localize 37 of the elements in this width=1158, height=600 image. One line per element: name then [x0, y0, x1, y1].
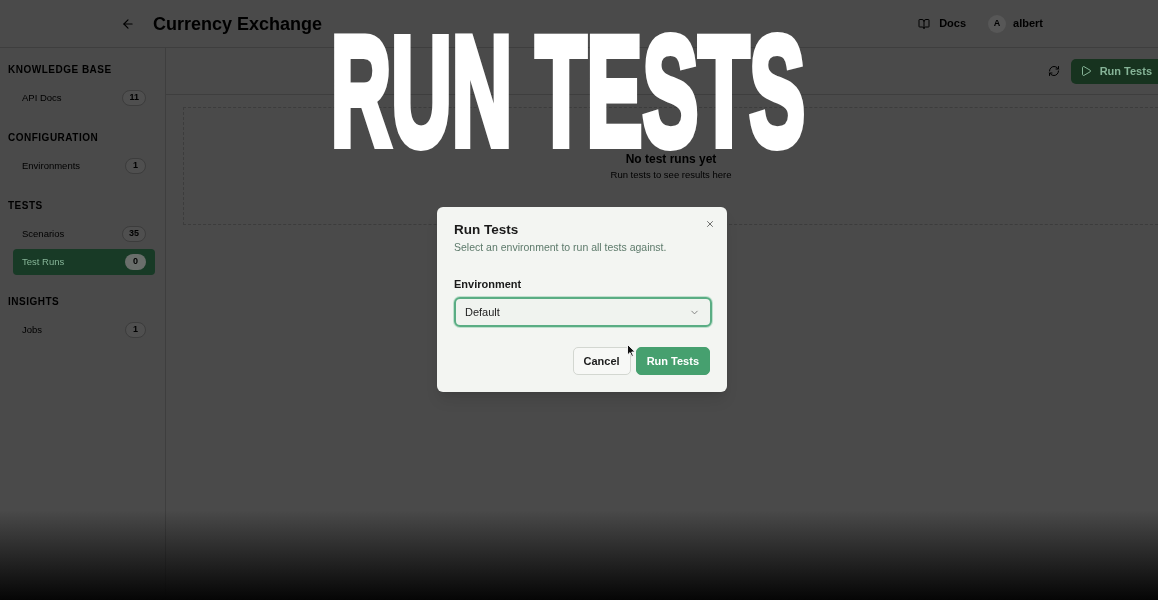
close-icon — [705, 219, 715, 229]
refresh-button[interactable] — [1046, 64, 1061, 78]
dialog-description: Select an environment to run all tests against. — [454, 240, 668, 254]
field-label: Environment — [454, 277, 523, 291]
sidebar-item[interactable]: Jobs 1 — [13, 317, 155, 343]
page-title: Currency Exchange — [153, 12, 323, 35]
close-button[interactable] — [705, 219, 715, 229]
video-caption: RUN TESTS — [330, 30, 806, 154]
run-tests-confirm-button[interactable]: Run Tests — [635, 347, 710, 375]
count-badge: 1 — [125, 322, 146, 338]
book-icon — [918, 17, 931, 30]
environment-select[interactable]: Default — [454, 297, 712, 327]
user-avatar[interactable]: A — [988, 14, 1007, 33]
sidebar-item[interactable]: API Docs 11 — [13, 85, 155, 111]
play-icon — [1079, 65, 1092, 77]
section-heading: KNOWLEDGE BASE — [8, 63, 113, 77]
user-name: albert — [1013, 16, 1043, 32]
section-heading: CONFIGURATION — [8, 131, 100, 145]
arrow-left-icon — [121, 16, 135, 31]
docs-link[interactable]: Docs — [918, 15, 967, 32]
dialog-title: Run Tests — [454, 221, 520, 239]
sidebar-item[interactable]: Scenarios 35 — [13, 221, 155, 247]
back-button[interactable] — [121, 16, 135, 31]
refresh-icon — [1047, 65, 1060, 77]
count-badge: 35 — [122, 226, 146, 242]
sidebar-item[interactable]: Environments 1 — [13, 153, 155, 179]
cancel-button[interactable]: Cancel — [572, 347, 631, 375]
section-heading: INSIGHTS — [8, 295, 61, 309]
count-badge: 11 — [122, 90, 146, 106]
sidebar-item[interactable]: Test Runs 0 — [13, 249, 155, 275]
count-badge: 0 — [125, 254, 146, 270]
run-tests-button[interactable]: Run Tests — [1070, 58, 1158, 84]
section-heading: TESTS — [8, 199, 44, 213]
empty-state-hint: Run tests to see results here — [610, 168, 732, 181]
mouse-pointer-icon — [627, 344, 636, 357]
count-badge: 1 — [125, 158, 146, 174]
empty-state-title: No test runs yet — [625, 151, 717, 166]
